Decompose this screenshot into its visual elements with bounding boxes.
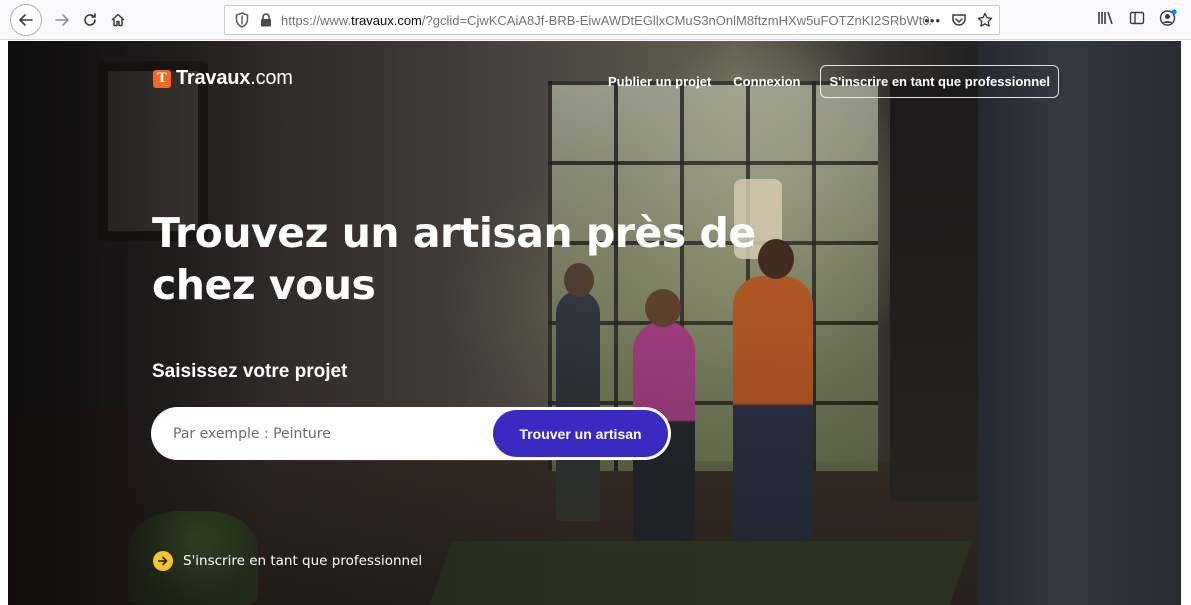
project-search-input[interactable] <box>173 407 483 460</box>
search-heading: Saisissez votre projet <box>152 361 348 382</box>
forward-button[interactable] <box>48 6 76 34</box>
site-logo[interactable]: T Travaux.com <box>153 67 293 90</box>
url-prefix: https://www. <box>281 12 352 28</box>
publish-project-link[interactable]: Publier un projet <box>608 74 711 89</box>
url-rest: /?gclid=CjwKCAiA8Jf-BRB-EiwAWDtEGllxCMuS… <box>421 12 931 28</box>
account-icon[interactable] <box>1159 8 1177 32</box>
forward-icon <box>55 14 69 26</box>
logo-suffix: .com <box>250 67 293 89</box>
back-icon <box>19 14 33 26</box>
find-artisan-button[interactable]: Trouver un artisan <box>493 410 668 457</box>
home-button[interactable] <box>104 6 132 34</box>
page-actions-button[interactable]: ••• <box>924 13 941 28</box>
logo-text: Travaux.com <box>176 67 293 90</box>
reload-icon <box>84 13 96 26</box>
star-icon[interactable] <box>977 12 993 28</box>
arrow-right-icon <box>153 551 173 571</box>
back-button[interactable] <box>10 4 42 36</box>
logo-bold: Travaux <box>176 67 251 89</box>
pro-signup-link-label: S'inscrire en tant que professionnel <box>183 553 423 569</box>
url-text[interactable]: https://www.travaux.com/?gclid=CjwKCAiA8… <box>281 13 931 28</box>
lock-icon[interactable] <box>259 13 273 27</box>
url-bar[interactable]: https://www.travaux.com/?gclid=CjwKCAiA8… <box>224 5 1000 35</box>
shield-icon[interactable] <box>233 12 251 28</box>
url-domain: travaux.com <box>351 12 422 28</box>
page-title: Trouvez un artisan près de chez vous <box>152 209 756 309</box>
login-link[interactable]: Connexion <box>733 74 800 89</box>
hero-overlay <box>8 41 1181 605</box>
pro-signup-link[interactable]: S'inscrire en tant que professionnel <box>153 551 422 571</box>
hero-section: T Travaux.com Publier un projet Connexio… <box>8 41 1181 605</box>
pro-signup-button[interactable]: S'inscrire en tant que professionnel <box>820 65 1059 98</box>
library-icon[interactable] <box>1097 10 1115 31</box>
search-box: Trouver un artisan <box>151 407 671 460</box>
site-nav: Publier un projet Connexion S'inscrire e… <box>586 65 1059 98</box>
sidebar-icon[interactable] <box>1129 10 1145 31</box>
pocket-icon[interactable] <box>951 12 967 28</box>
browser-toolbar: https://www.travaux.com/?gclid=CjwKCAiA8… <box>0 0 1191 40</box>
logo-mark-icon: T <box>153 69 171 88</box>
reload-button[interactable] <box>76 6 104 34</box>
home-icon <box>111 13 125 27</box>
